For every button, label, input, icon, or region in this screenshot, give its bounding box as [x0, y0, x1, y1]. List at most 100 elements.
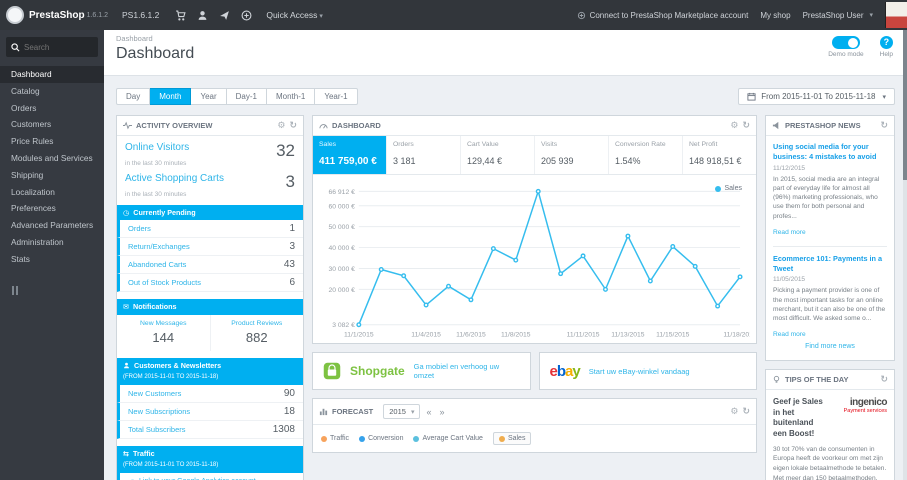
- kpi-net-profit[interactable]: Net Profit 148 918,51 €: [683, 136, 756, 174]
- chart-legend-sales[interactable]: Sales: [715, 185, 742, 192]
- gear-icon[interactable]: ⚙: [277, 121, 285, 130]
- sidebar-item-customers[interactable]: Customers: [0, 116, 104, 133]
- sidebar-item-advanced-parameters[interactable]: Advanced Parameters: [0, 217, 104, 234]
- my-shop-link[interactable]: My shop: [760, 11, 790, 20]
- news-article-title[interactable]: Ecommerce 101: Payments in a Tweet: [773, 254, 887, 274]
- row-label[interactable]: Total Subscribers: [128, 425, 186, 434]
- range-button-month[interactable]: Month: [150, 88, 192, 105]
- online-visitors-label[interactable]: Online Visitors: [125, 142, 189, 153]
- sidebar-search[interactable]: [6, 37, 98, 57]
- refresh-icon[interactable]: ↻: [742, 121, 750, 130]
- message-icon[interactable]: [219, 10, 230, 21]
- kpi-conversion-rate[interactable]: Conversion Rate 1.54%: [609, 136, 683, 174]
- tips-of-the-day-panel: TIPS OF THE DAY ↻ Geef je Sales in het b…: [765, 369, 895, 480]
- sales-chart-container: Sales 66 912 € 60 000 € 50 000 € 40 000 € 30…: [313, 175, 756, 343]
- google-analytics-link[interactable]: Link to your Google Analytics account: [117, 473, 303, 480]
- sidebar-item-stats[interactable]: Stats: [0, 251, 104, 268]
- read-more-link[interactable]: Read more: [773, 229, 806, 236]
- panel-title: ACTIVITY OVERVIEW: [136, 121, 213, 130]
- legend-item-conversion[interactable]: Conversion: [359, 435, 403, 442]
- row-label[interactable]: Return/Exchanges: [128, 242, 190, 251]
- forecast-year-select[interactable]: 2015 ▾: [383, 404, 421, 419]
- new-messages-stat[interactable]: New Messages 144: [117, 315, 210, 351]
- forecast-legend: Traffic Conversion Average Cart Value Sa…: [313, 425, 756, 452]
- panel-title: PRESTASHOP NEWS: [785, 121, 861, 130]
- sidebar-item-modules-and-services[interactable]: Modules and Services: [0, 150, 104, 167]
- pending-row-orders: Orders 1: [117, 220, 303, 239]
- add-icon[interactable]: [241, 10, 252, 21]
- sidebar: Dashboard Catalog Orders Customers Price…: [0, 30, 104, 480]
- sidebar-item-preferences[interactable]: Preferences: [0, 200, 104, 217]
- help-label: Help: [879, 51, 893, 58]
- chevron-down-icon: ▾: [882, 93, 886, 101]
- demo-mode-toggle[interactable]: [831, 36, 860, 49]
- tip-body-text: 30 tot 70% van de consumenten in Europa …: [773, 445, 887, 480]
- sidebar-item-catalog[interactable]: Catalog: [0, 83, 104, 100]
- range-button-month-1[interactable]: Month-1: [266, 88, 316, 105]
- range-button-day-1[interactable]: Day-1: [226, 88, 267, 105]
- user-avatar[interactable]: [885, 2, 907, 28]
- sidebar-item-orders[interactable]: Orders: [0, 100, 104, 117]
- row-label[interactable]: New Subscriptions: [128, 407, 190, 416]
- shop-name-link[interactable]: PS1.6.1.2: [122, 10, 159, 20]
- marketplace-connect-link[interactable]: Connect to PrestaShop Marketplace accoun…: [577, 11, 748, 20]
- gear-icon[interactable]: ⚙: [730, 407, 738, 416]
- row-label[interactable]: Abandoned Carts: [128, 260, 186, 269]
- panel-title: FORECAST: [332, 407, 374, 416]
- legend-item-average-cart-value[interactable]: Average Cart Value: [413, 435, 483, 442]
- customers-row-total-subscribers: Total Subscribers 1308: [117, 420, 303, 439]
- customer-icon[interactable]: [197, 10, 208, 21]
- shopgate-link[interactable]: Ga mobiel en verhoog uw omzet: [414, 362, 520, 380]
- traffic-section-header: ⇆ Traffic (FROM 2015-11-01 TO 2015-11-18…: [117, 445, 303, 474]
- online-visitors-metric: Online Visitors 32 in the last 30 minute…: [117, 136, 303, 167]
- user-menu[interactable]: PrestaShop User ▾: [803, 11, 873, 20]
- active-carts-metric: Active Shopping Carts 3 in the last 30 m…: [117, 167, 303, 198]
- sidebar-item-price-rules[interactable]: Price Rules: [0, 133, 104, 150]
- forecast-next-button[interactable]: »: [437, 407, 446, 417]
- sidebar-item-dashboard[interactable]: Dashboard: [0, 66, 104, 83]
- kpi-visits[interactable]: Visits 205 939: [535, 136, 609, 174]
- row-label[interactable]: Out of Stock Products: [128, 278, 201, 287]
- find-more-news-link[interactable]: Find more news: [773, 341, 887, 354]
- refresh-icon[interactable]: ↻: [742, 407, 750, 416]
- vertical-scrollbar-track[interactable]: [903, 30, 907, 480]
- row-label[interactable]: Orders: [128, 224, 151, 233]
- date-range-picker[interactable]: From 2015-11-01 To 2015-11-18 ▾: [738, 88, 895, 105]
- search-input[interactable]: [24, 42, 94, 52]
- news-article-title[interactable]: Using social media for your business: 4 …: [773, 142, 887, 162]
- refresh-icon[interactable]: ↻: [880, 121, 888, 130]
- news-article-excerpt: Picking a payment provider is one of the…: [773, 287, 886, 323]
- help-icon[interactable]: ?: [879, 36, 893, 49]
- vertical-scrollbar-thumb[interactable]: [903, 30, 907, 180]
- demo-mode-label: Demo mode: [828, 51, 864, 58]
- legend-item-traffic[interactable]: Traffic: [321, 435, 349, 442]
- traffic-date-range: (FROM 2015-11-01 TO 2015-11-18): [123, 462, 219, 469]
- customers-row-new-subscriptions: New Subscriptions 18: [117, 402, 303, 421]
- kpi-cart-value[interactable]: Cart Value 129,44 €: [461, 136, 535, 174]
- ebay-link[interactable]: Start uw eBay-winkel vandaag: [589, 367, 690, 376]
- product-reviews-stat[interactable]: Product Reviews 882: [209, 314, 304, 351]
- page-title: Dashboard: [116, 45, 195, 62]
- customers-date-range: (FROM 2015-11-01 TO 2015-11-18): [123, 374, 219, 381]
- range-button-day[interactable]: Day: [116, 88, 151, 105]
- collapse-menu-button[interactable]: [12, 282, 104, 300]
- row-label[interactable]: New Customers: [128, 389, 181, 398]
- kpi-orders[interactable]: Orders 3 181: [387, 136, 461, 174]
- sidebar-item-administration[interactable]: Administration: [0, 234, 104, 251]
- range-button-year-1[interactable]: Year-1: [315, 88, 358, 105]
- quick-access-menu[interactable]: Quick Access ▾: [266, 10, 323, 20]
- forecast-prev-button[interactable]: «: [424, 407, 433, 417]
- legend-item-sales[interactable]: Sales: [492, 432, 532, 445]
- breadcrumb[interactable]: Dashboard: [116, 34, 895, 43]
- refresh-icon[interactable]: ↻: [289, 121, 297, 130]
- news-article-date: 11/12/2015: [773, 164, 806, 172]
- active-carts-label[interactable]: Active Shopping Carts: [125, 173, 224, 184]
- sidebar-item-localization[interactable]: Localization: [0, 184, 104, 201]
- range-button-year[interactable]: Year: [191, 88, 227, 105]
- kpi-sales[interactable]: Sales 411 759,00 €: [313, 136, 387, 174]
- read-more-link[interactable]: Read more: [773, 331, 806, 338]
- refresh-icon[interactable]: ↻: [880, 375, 888, 384]
- gear-icon[interactable]: ⚙: [730, 121, 738, 130]
- cart-icon[interactable]: [175, 10, 186, 21]
- sidebar-item-shipping[interactable]: Shipping: [0, 167, 104, 184]
